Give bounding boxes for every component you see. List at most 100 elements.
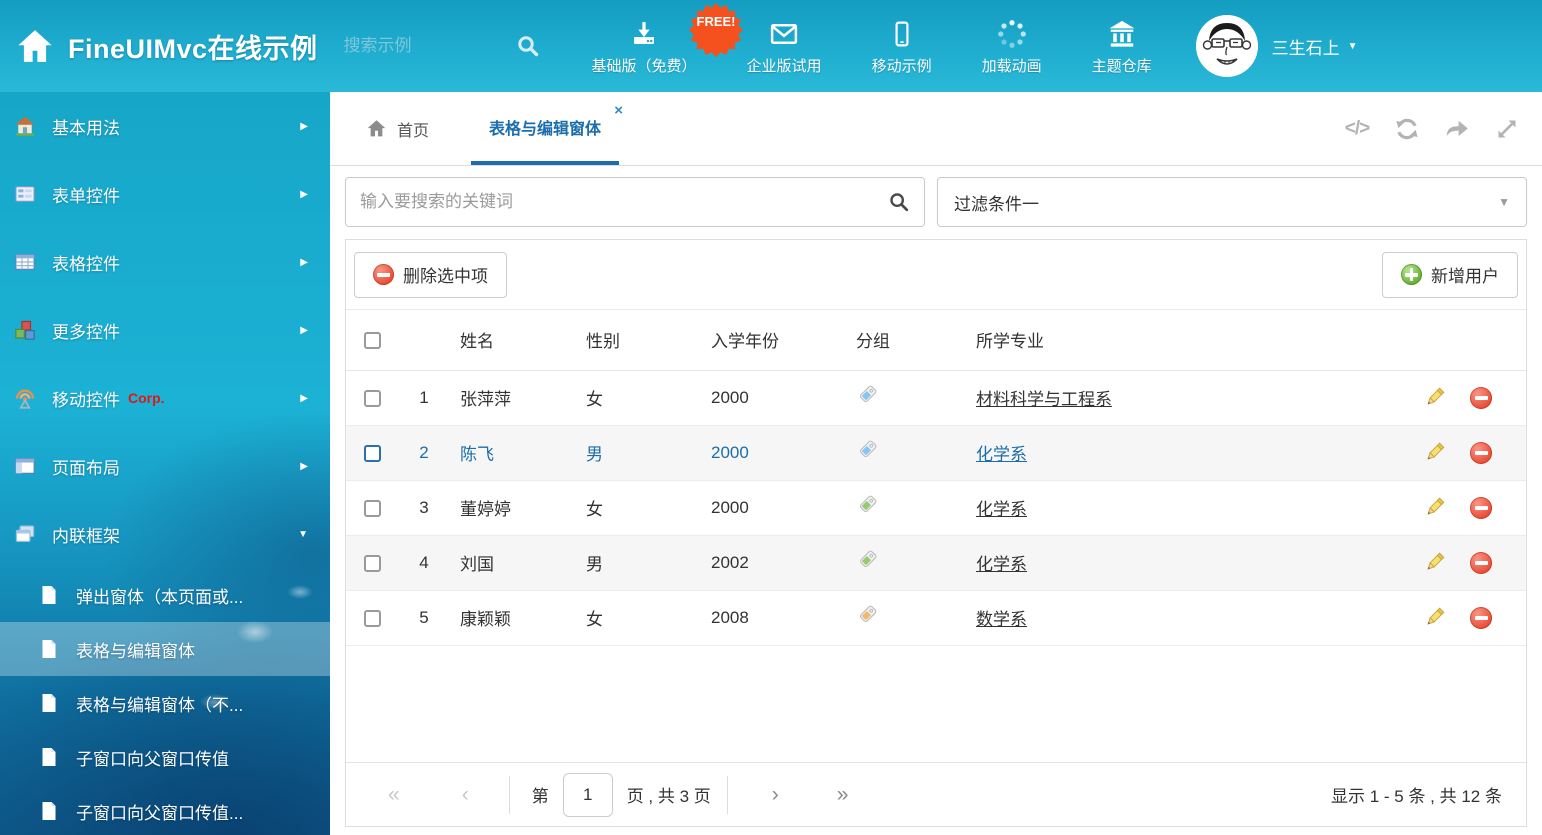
pager-divider [727,776,728,814]
grid-header-row: 姓名 性别 入学年份 分组 所学专业 [346,310,1526,370]
sidebar-item-mobile-controls[interactable]: 移动控件 Corp. ▶ [0,364,330,432]
nav-loading-animation[interactable]: 加载动画 [982,17,1042,76]
delete-row-icon[interactable] [1470,607,1492,629]
col-group[interactable]: 分组 [846,310,966,370]
pagination-bar: « ‹ 第 页 , 共 3 页 › » 显示 1 - 5 条 , 共 12 条 [346,762,1526,826]
delete-row-icon[interactable] [1470,387,1492,409]
header-nav: 基础版（免费） 企业版试用 移动示例 加载动画 [592,17,1152,76]
sidebar-item-more-controls[interactable]: 更多控件 ▶ [0,296,330,364]
corp-badge: Corp. [128,390,165,406]
sidebar-item-label: 基本用法 [52,114,120,139]
cell-group [846,535,966,590]
keyword-search-input[interactable] [360,192,888,212]
chevron-right-icon: ▶ [300,393,308,404]
sidebar-item-iframe[interactable]: 内联框架 ▼ [0,500,330,568]
home-icon [366,118,387,139]
tab-home[interactable]: 首页 [360,92,435,165]
share-arrow-icon[interactable] [1444,116,1470,142]
major-link[interactable]: 化学系 [976,445,1027,464]
sidebar: 基本用法 ▶ 表单控件 ▶ 表格控件 ▶ 更多控件 ▶ 移动控件 Corp. ▶… [0,92,330,835]
cell-year: 2000 [701,480,846,535]
refresh-icon[interactable] [1394,116,1420,142]
edit-pencil-icon[interactable] [1423,606,1446,629]
code-icon[interactable]: </> [1344,116,1370,142]
edit-pencil-icon[interactable] [1423,386,1446,409]
row-checkbox[interactable] [364,610,381,627]
nav-theme-store[interactable]: 主题仓库 [1092,17,1152,76]
sidebar-item-grid-controls[interactable]: 表格控件 ▶ [0,228,330,296]
sidebar-subitem-label: 表格与编辑窗体（不... [76,691,243,716]
col-year[interactable]: 入学年份 [701,310,846,370]
expand-icon[interactable] [1494,116,1520,142]
user-menu[interactable]: 三生石上 ▼ [1196,15,1358,77]
next-page-button[interactable]: › [772,784,779,805]
brand[interactable]: FineUIMvc在线示例 [0,27,318,66]
cell-name: 董婷婷 [450,480,576,535]
sidebar-subitem-child-to-parent[interactable]: 子窗口向父窗口传值 [0,730,330,784]
table-row[interactable]: 1 张萍萍 女 2000 材料科学与工程系 [346,370,1526,425]
table-row[interactable]: 5 康颖颖 女 2008 数学系 [346,590,1526,645]
header-search-input[interactable] [344,36,494,56]
chevron-down-icon: ▼ [1498,195,1510,209]
tag-icon [856,384,878,406]
chevron-right-icon: ▶ [300,461,308,472]
table-row-selected[interactable]: 2 陈飞 男 2000 化学系 [346,425,1526,480]
col-major[interactable]: 所学专业 [966,310,1366,370]
row-checkbox[interactable] [364,555,381,572]
sidebar-subitem-grid-edit-window-2[interactable]: 表格与编辑窗体（不... [0,676,330,730]
nav-enterprise-trial[interactable]: 企业版试用 [747,17,822,76]
sidebar-subitem-popup-window[interactable]: 弹出窗体（本页面或... [0,568,330,622]
last-page-button[interactable]: » [837,784,849,805]
cell-gender: 女 [576,590,701,645]
avatar [1196,15,1258,77]
row-checkbox[interactable] [364,500,381,517]
sidebar-item-basic-usage[interactable]: 基本用法 ▶ [0,92,330,160]
sidebar-item-page-layout[interactable]: 页面布局 ▶ [0,432,330,500]
prev-page-button[interactable]: ‹ [462,784,469,805]
table-row[interactable]: 4 刘国 男 2002 化学系 [346,535,1526,590]
table-row[interactable]: 3 董婷婷 女 2000 化学系 [346,480,1526,535]
sidebar-subitem-grid-edit-window[interactable]: 表格与编辑窗体 [0,622,330,676]
delete-selected-button[interactable]: 删除选中项 [354,252,507,298]
add-user-button[interactable]: 新增用户 [1382,252,1518,298]
delete-row-icon[interactable] [1470,552,1492,574]
row-checkbox[interactable] [364,445,381,462]
house-icon [14,115,36,137]
major-link[interactable]: 数学系 [976,610,1027,629]
delete-row-icon[interactable] [1470,442,1492,464]
close-icon[interactable]: × [614,102,623,119]
first-page-button[interactable]: « [388,784,400,805]
cell-major: 化学系 [966,535,1366,590]
sidebar-subitem-child-to-parent-2[interactable]: 子窗口向父窗口传值... [0,784,330,835]
grid-panel: 删除选中项 新增用户 [345,239,1527,827]
sidebar-item-form-controls[interactable]: 表单控件 ▶ [0,160,330,228]
record-count-summary: 显示 1 - 5 条 , 共 12 条 [1331,782,1502,807]
plus-circle-icon [1401,264,1422,285]
major-link[interactable]: 化学系 [976,500,1027,519]
search-icon[interactable] [888,191,910,213]
edit-pencil-icon[interactable] [1423,496,1446,519]
edit-pencil-icon[interactable] [1423,441,1446,464]
sidebar-subitem-label: 子窗口向父窗口传值... [76,799,243,824]
cell-year: 2008 [701,590,846,645]
row-checkbox[interactable] [364,390,381,407]
tab-active-label: 表格与编辑窗体 [489,115,601,139]
nav-mobile-demo[interactable]: 移动示例 [872,17,932,76]
select-all-checkbox[interactable] [364,332,381,349]
major-link[interactable]: 化学系 [976,555,1027,574]
major-link[interactable]: 材料科学与工程系 [976,390,1112,409]
page-number-input[interactable] [563,773,613,817]
col-name[interactable]: 姓名 [450,310,576,370]
row-index: 3 [398,480,450,535]
page-suffix: 页 , 共 3 页 [627,782,711,807]
filter-dropdown[interactable]: 过滤条件一 ▼ [937,177,1527,227]
delete-row-icon[interactable] [1470,497,1492,519]
cell-major: 数学系 [966,590,1366,645]
search-icon[interactable] [516,34,540,58]
edit-pencil-icon[interactable] [1423,551,1446,574]
tab-grid-edit-window[interactable]: 表格与编辑窗体 × [471,92,619,165]
grid-empty-space [346,646,1526,763]
download-icon [629,17,659,49]
col-gender[interactable]: 性别 [576,310,701,370]
nav-basic-edition[interactable]: 基础版（免费） [592,17,697,76]
